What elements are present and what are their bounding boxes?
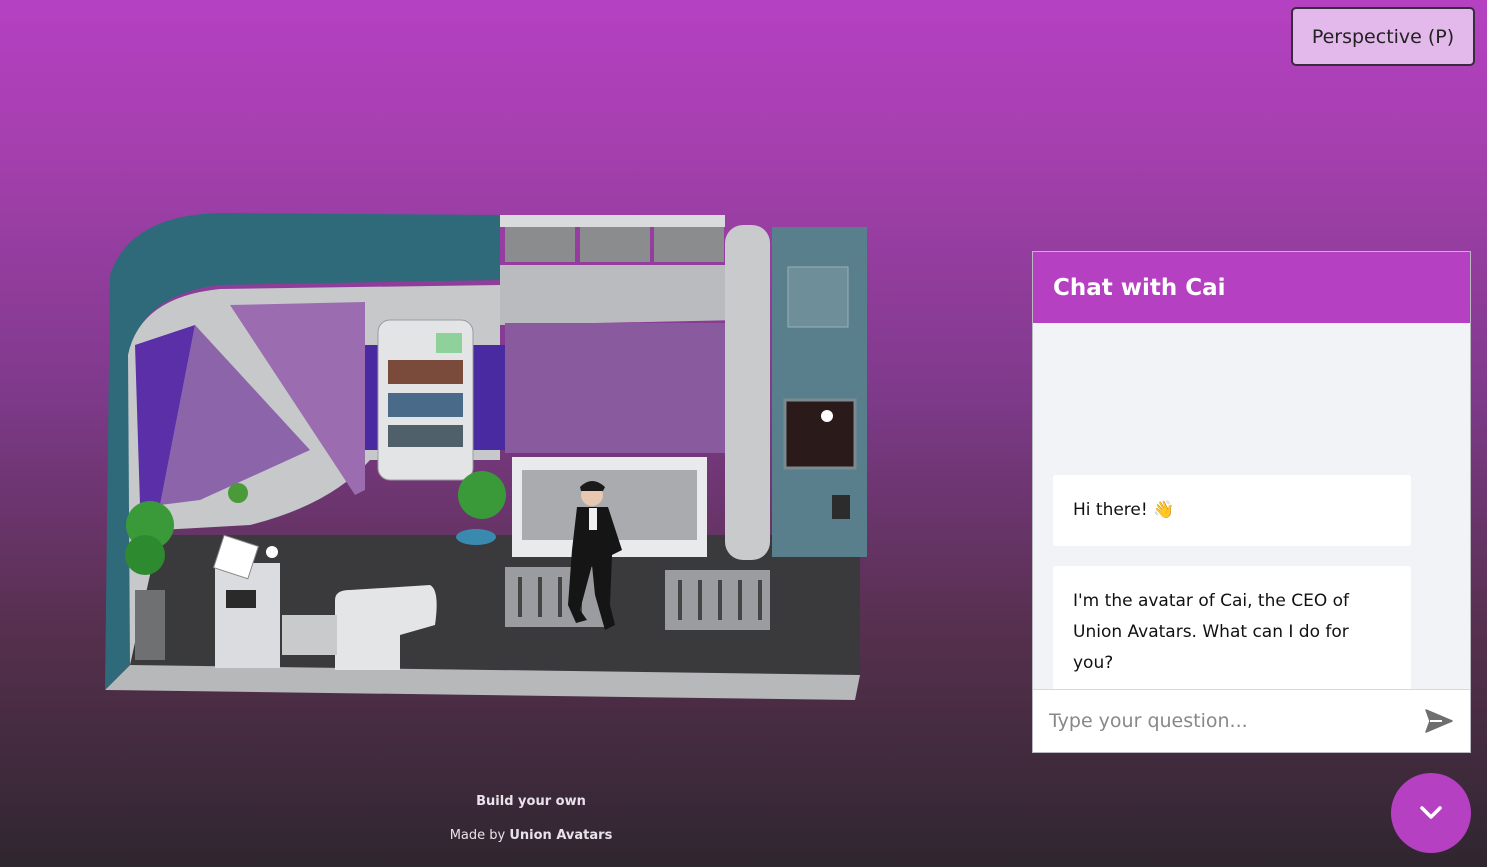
perspective-button[interactable]: Perspective (P) bbox=[1291, 7, 1475, 66]
send-icon bbox=[1425, 709, 1453, 733]
chat-title: Chat with Cai bbox=[1033, 252, 1470, 323]
plant bbox=[458, 471, 506, 519]
question-input[interactable] bbox=[1033, 689, 1408, 752]
chat-message: I'm the avatar of Cai, the CEO of Union … bbox=[1053, 566, 1411, 699]
room-3d-scene[interactable] bbox=[100, 205, 875, 710]
message-list: Hi there! 👋 I'm the avatar of Cai, the C… bbox=[1053, 475, 1411, 719]
made-by-credit: Made by Union Avatars bbox=[0, 828, 1062, 843]
vent bbox=[505, 227, 575, 262]
back-window bbox=[505, 323, 725, 453]
brand-link[interactable]: Union Avatars bbox=[509, 828, 612, 843]
vent bbox=[654, 227, 724, 262]
build-your-own-link[interactable]: Build your own bbox=[0, 794, 1062, 809]
chat-message: Hi there! 👋 bbox=[1053, 475, 1411, 546]
chat-panel: Chat with Cai Hi there! 👋 I'm the avatar… bbox=[1032, 251, 1471, 753]
chevron-down-icon bbox=[1420, 806, 1442, 819]
duct-column bbox=[725, 225, 770, 560]
chat-input-bar bbox=[1033, 689, 1470, 752]
collapse-chat-button[interactable] bbox=[1391, 773, 1471, 853]
made-by-prefix: Made by bbox=[449, 828, 510, 843]
vent bbox=[580, 227, 650, 262]
wall-painting bbox=[783, 398, 857, 470]
send-button[interactable] bbox=[1408, 690, 1470, 752]
